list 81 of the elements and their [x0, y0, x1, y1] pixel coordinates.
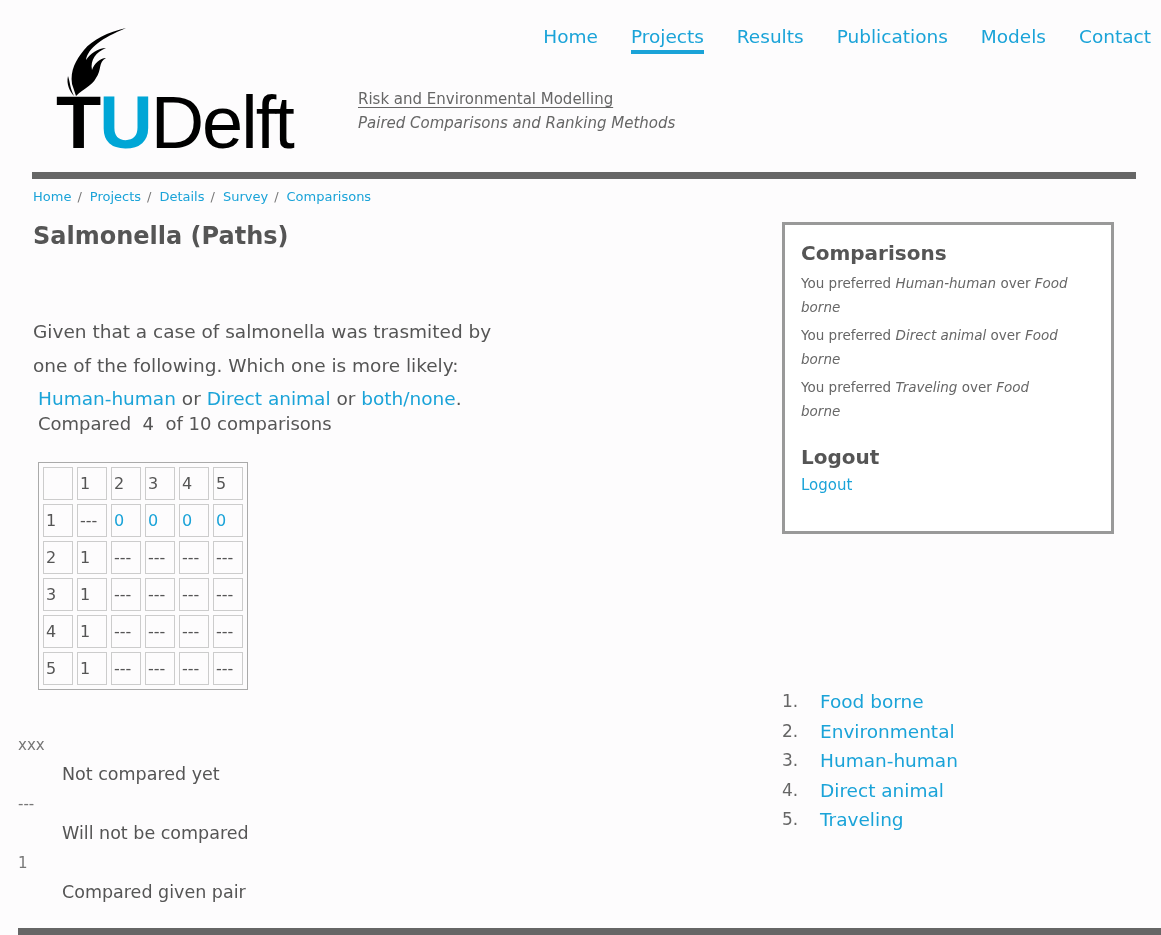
matrix-cell: --- [145, 615, 175, 648]
rank-number: 2. [782, 719, 800, 743]
matrix-cell: --- [111, 615, 141, 648]
legend-description: Compared given pair [62, 882, 246, 902]
breadcrumb-link[interactable]: Comparisons [286, 189, 372, 209]
nav-link[interactable]: Publications [836, 26, 948, 54]
matrix-cell: --- [111, 541, 141, 574]
matrix-cell: 4 [179, 467, 209, 500]
matrix-cell: 4 [43, 615, 73, 648]
legend-term: 1 [18, 854, 28, 872]
matrix-cell: 2 [43, 541, 73, 574]
nav-link[interactable]: Contact [1079, 26, 1151, 54]
matrix-link-cell[interactable]: 0 [213, 504, 243, 537]
answer-options: Human-human or Direct animal or both/none. [38, 385, 725, 413]
option-link[interactable]: Direct animal [206, 388, 331, 409]
preference-text: You preferred Traveling over Food borne [801, 378, 1030, 421]
nav-link[interactable]: Results [736, 26, 804, 54]
ranking-link[interactable]: Direct animal [820, 775, 944, 805]
matrix-cell: --- [111, 578, 141, 611]
matrix-cell: --- [213, 541, 243, 574]
matrix-cell: --- [213, 615, 243, 648]
nav-link[interactable]: Projects [630, 26, 704, 54]
matrix-cell: 5 [213, 467, 243, 500]
legend-description: Not compared yet [62, 764, 220, 784]
ranking-link[interactable]: Human-human [820, 746, 958, 776]
site-title[interactable]: Risk and Environmental Modelling [358, 90, 614, 108]
logo-wordmark: TUDelft [56, 92, 295, 154]
matrix-cell: 1 [77, 652, 107, 685]
breadcrumb-separator: / [210, 189, 215, 206]
panel-title: Comparisons [801, 241, 948, 265]
option-link[interactable]: both/none [361, 388, 456, 409]
matrix-cell: --- [179, 578, 209, 611]
matrix-cell: 1 [77, 578, 107, 611]
matrix-cell: 1 [43, 504, 73, 537]
matrix-cell: 1 [77, 467, 107, 500]
legend-description: Will not be compared [62, 823, 249, 843]
breadcrumb-link[interactable]: Survey [222, 189, 269, 209]
breadcrumb-link[interactable]: Details [159, 189, 205, 209]
matrix-cell: --- [179, 615, 209, 648]
breadcrumb-link[interactable]: Home [33, 189, 72, 209]
ranking-link[interactable]: Traveling [820, 805, 904, 835]
matrix-cell: 5 [43, 652, 73, 685]
matrix-link-cell[interactable]: 0 [145, 504, 175, 537]
breadcrumb-separator: / [77, 189, 82, 206]
matrix-cell: --- [77, 504, 107, 537]
legend-term: xxx [18, 736, 45, 754]
matrix-cell: --- [179, 541, 209, 574]
matrix-cell: --- [179, 652, 209, 685]
ranking-link[interactable]: Environmental [820, 716, 955, 746]
breadcrumb-separator: / [147, 189, 152, 206]
legend-term: --- [18, 795, 35, 813]
breadcrumb-separator: / [274, 189, 279, 206]
rank-number: 5. [782, 808, 800, 831]
matrix-cell: 3 [43, 578, 73, 611]
matrix-cell: --- [111, 652, 141, 685]
progress-text: Compared 4 of 10 comparisons [38, 413, 332, 434]
breadcrumb-link[interactable]: Projects [89, 189, 142, 209]
matrix-cell: 1 [77, 615, 107, 648]
nav-link[interactable]: Home [543, 26, 598, 54]
matrix-cell: --- [145, 541, 175, 574]
matrix-cell: 1 [77, 541, 107, 574]
matrix-cell: --- [213, 578, 243, 611]
option-link[interactable]: Human-human [38, 388, 176, 409]
empty-cell [43, 467, 73, 500]
matrix-cell: 3 [145, 467, 175, 500]
page-heading: Salmonella (Paths) [33, 222, 290, 250]
rank-number: 1. [782, 690, 800, 713]
ranking-link[interactable]: Food borne [820, 687, 924, 717]
question-text: Given that a case of salmonella was trasmited by one of the following. Which one is more likely: [33, 320, 493, 378]
matrix-cell: 2 [111, 467, 141, 500]
rank-number: 4. [782, 778, 800, 802]
rank-number: 3. [782, 749, 800, 772]
matrix-cell: --- [213, 652, 243, 685]
matrix-cell: --- [145, 578, 175, 611]
logout-link[interactable]: Logout [801, 476, 853, 494]
site-subtitle: Paired Comparisons and Ranking Methods [358, 114, 677, 132]
matrix-link-cell[interactable]: 0 [111, 504, 141, 537]
matrix-cell: --- [145, 652, 175, 685]
matrix-link-cell[interactable]: 0 [179, 504, 209, 537]
panel-title: Logout [801, 445, 881, 469]
nav-link[interactable]: Models [980, 26, 1046, 54]
